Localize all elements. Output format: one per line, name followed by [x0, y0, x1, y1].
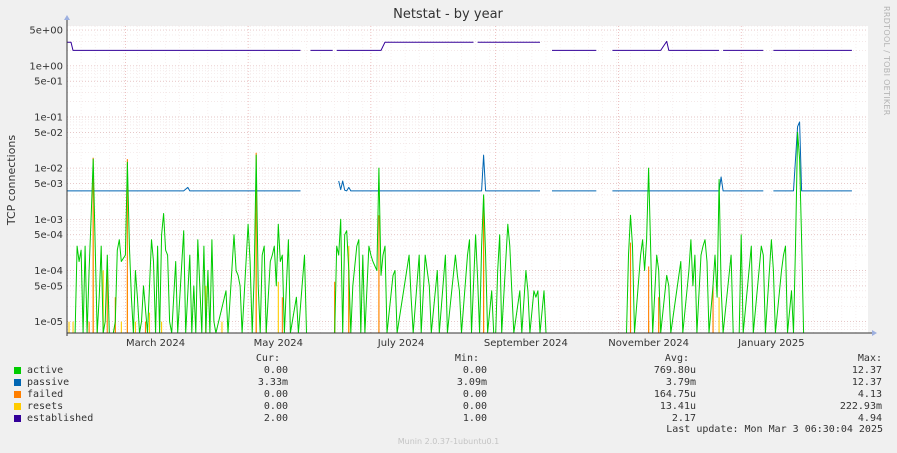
x-tick-label: May 2024	[254, 338, 303, 349]
legend-swatch-failed	[14, 391, 21, 398]
last-update: Last update: Mon Mar 3 06:30:04 2025	[666, 424, 883, 435]
legend-swatch-resets	[14, 403, 21, 410]
legend-avg: 13.41u	[659, 401, 696, 412]
legend-min: 0.00	[462, 401, 487, 412]
legend-max: 12.37	[851, 365, 882, 376]
legend-max: 222.93m	[839, 401, 882, 412]
legend-name: passive	[27, 377, 70, 388]
legend-avg: 3.79m	[665, 377, 696, 388]
y-tick-label: 1e-02	[34, 164, 63, 175]
y-tick-label: 5e+00	[29, 26, 63, 37]
legend-cur: 2.00	[263, 413, 288, 424]
y-tick-label: 5e-05	[34, 281, 63, 292]
y-tick-label: 1e-03	[34, 215, 63, 226]
x-tick-label: September 2024	[484, 338, 568, 349]
x-tick-label: January 2025	[737, 338, 805, 349]
y-axis-arrow	[64, 15, 70, 20]
legend-name: resets	[27, 401, 64, 412]
y-tick-label: 1e-01	[34, 112, 63, 123]
chart-title: Netstat - by year	[393, 7, 503, 22]
y-tick-label: 5e-02	[34, 128, 63, 139]
x-tick-label: July 2024	[377, 338, 425, 349]
legend-cur: 0.00	[263, 389, 288, 400]
y-tick-label: 1e+00	[29, 61, 63, 72]
y-tick-label: 1e-05	[34, 317, 63, 328]
legend-cur: 3.33m	[257, 377, 288, 388]
munin-version: Munin 2.0.37-1ubuntu0.1	[397, 437, 500, 446]
legend-max: 4.13	[857, 389, 882, 400]
legend-header-avg: Avg:	[664, 353, 689, 364]
legend-header-row: Cur: Min: Avg: Max:	[14, 353, 884, 365]
legend-swatch-active	[14, 367, 21, 374]
legend-row-failed: failed 0.00 0.00 164.75u 4.13	[14, 389, 884, 401]
legend-cur: 0.00	[263, 401, 288, 412]
y-tick-label: 5e-01	[34, 77, 63, 88]
y-tick-label: 1e-04	[34, 266, 63, 277]
legend-max: 4.94	[857, 413, 882, 424]
legend-swatch-established	[14, 415, 21, 422]
legend-min: 0.00	[462, 389, 487, 400]
legend-header-cur: Cur:	[255, 353, 280, 364]
legend-row-resets: resets 0.00 0.00 13.41u 222.93m	[14, 401, 884, 413]
legend-avg: 769.80u	[653, 365, 696, 376]
legend-name: established	[27, 413, 94, 424]
legend: Cur: Min: Avg: Max: active 0.00 0.00 769…	[14, 353, 884, 425]
x-tick-label: November 2024	[608, 338, 689, 349]
legend-min: 3.09m	[456, 377, 487, 388]
legend-max: 12.37	[851, 377, 882, 388]
legend-avg: 2.17	[671, 413, 696, 424]
legend-row-active: active 0.00 0.00 769.80u 12.37	[14, 365, 884, 377]
rrdtool-credit: RRDTOOL / TOBI OETIKER	[882, 6, 891, 116]
legend-name: failed	[27, 389, 64, 400]
y-tick-label: 5e-04	[34, 230, 63, 241]
legend-header-min: Min:	[454, 353, 479, 364]
legend-cur: 0.00	[263, 365, 288, 376]
legend-header-max: Max:	[857, 353, 882, 364]
legend-name: active	[27, 365, 64, 376]
legend-avg: 164.75u	[653, 389, 696, 400]
legend-swatch-passive	[14, 379, 21, 386]
y-tick-label: 5e-03	[34, 179, 63, 190]
legend-min: 0.00	[462, 365, 487, 376]
legend-min: 1.00	[462, 413, 487, 424]
y-axis-label: TCP connections	[5, 135, 18, 226]
x-tick-label: March 2024	[126, 338, 185, 349]
x-axis-arrow	[872, 330, 877, 336]
legend-row-passive: passive 3.33m 3.09m 3.79m 12.37	[14, 377, 884, 389]
